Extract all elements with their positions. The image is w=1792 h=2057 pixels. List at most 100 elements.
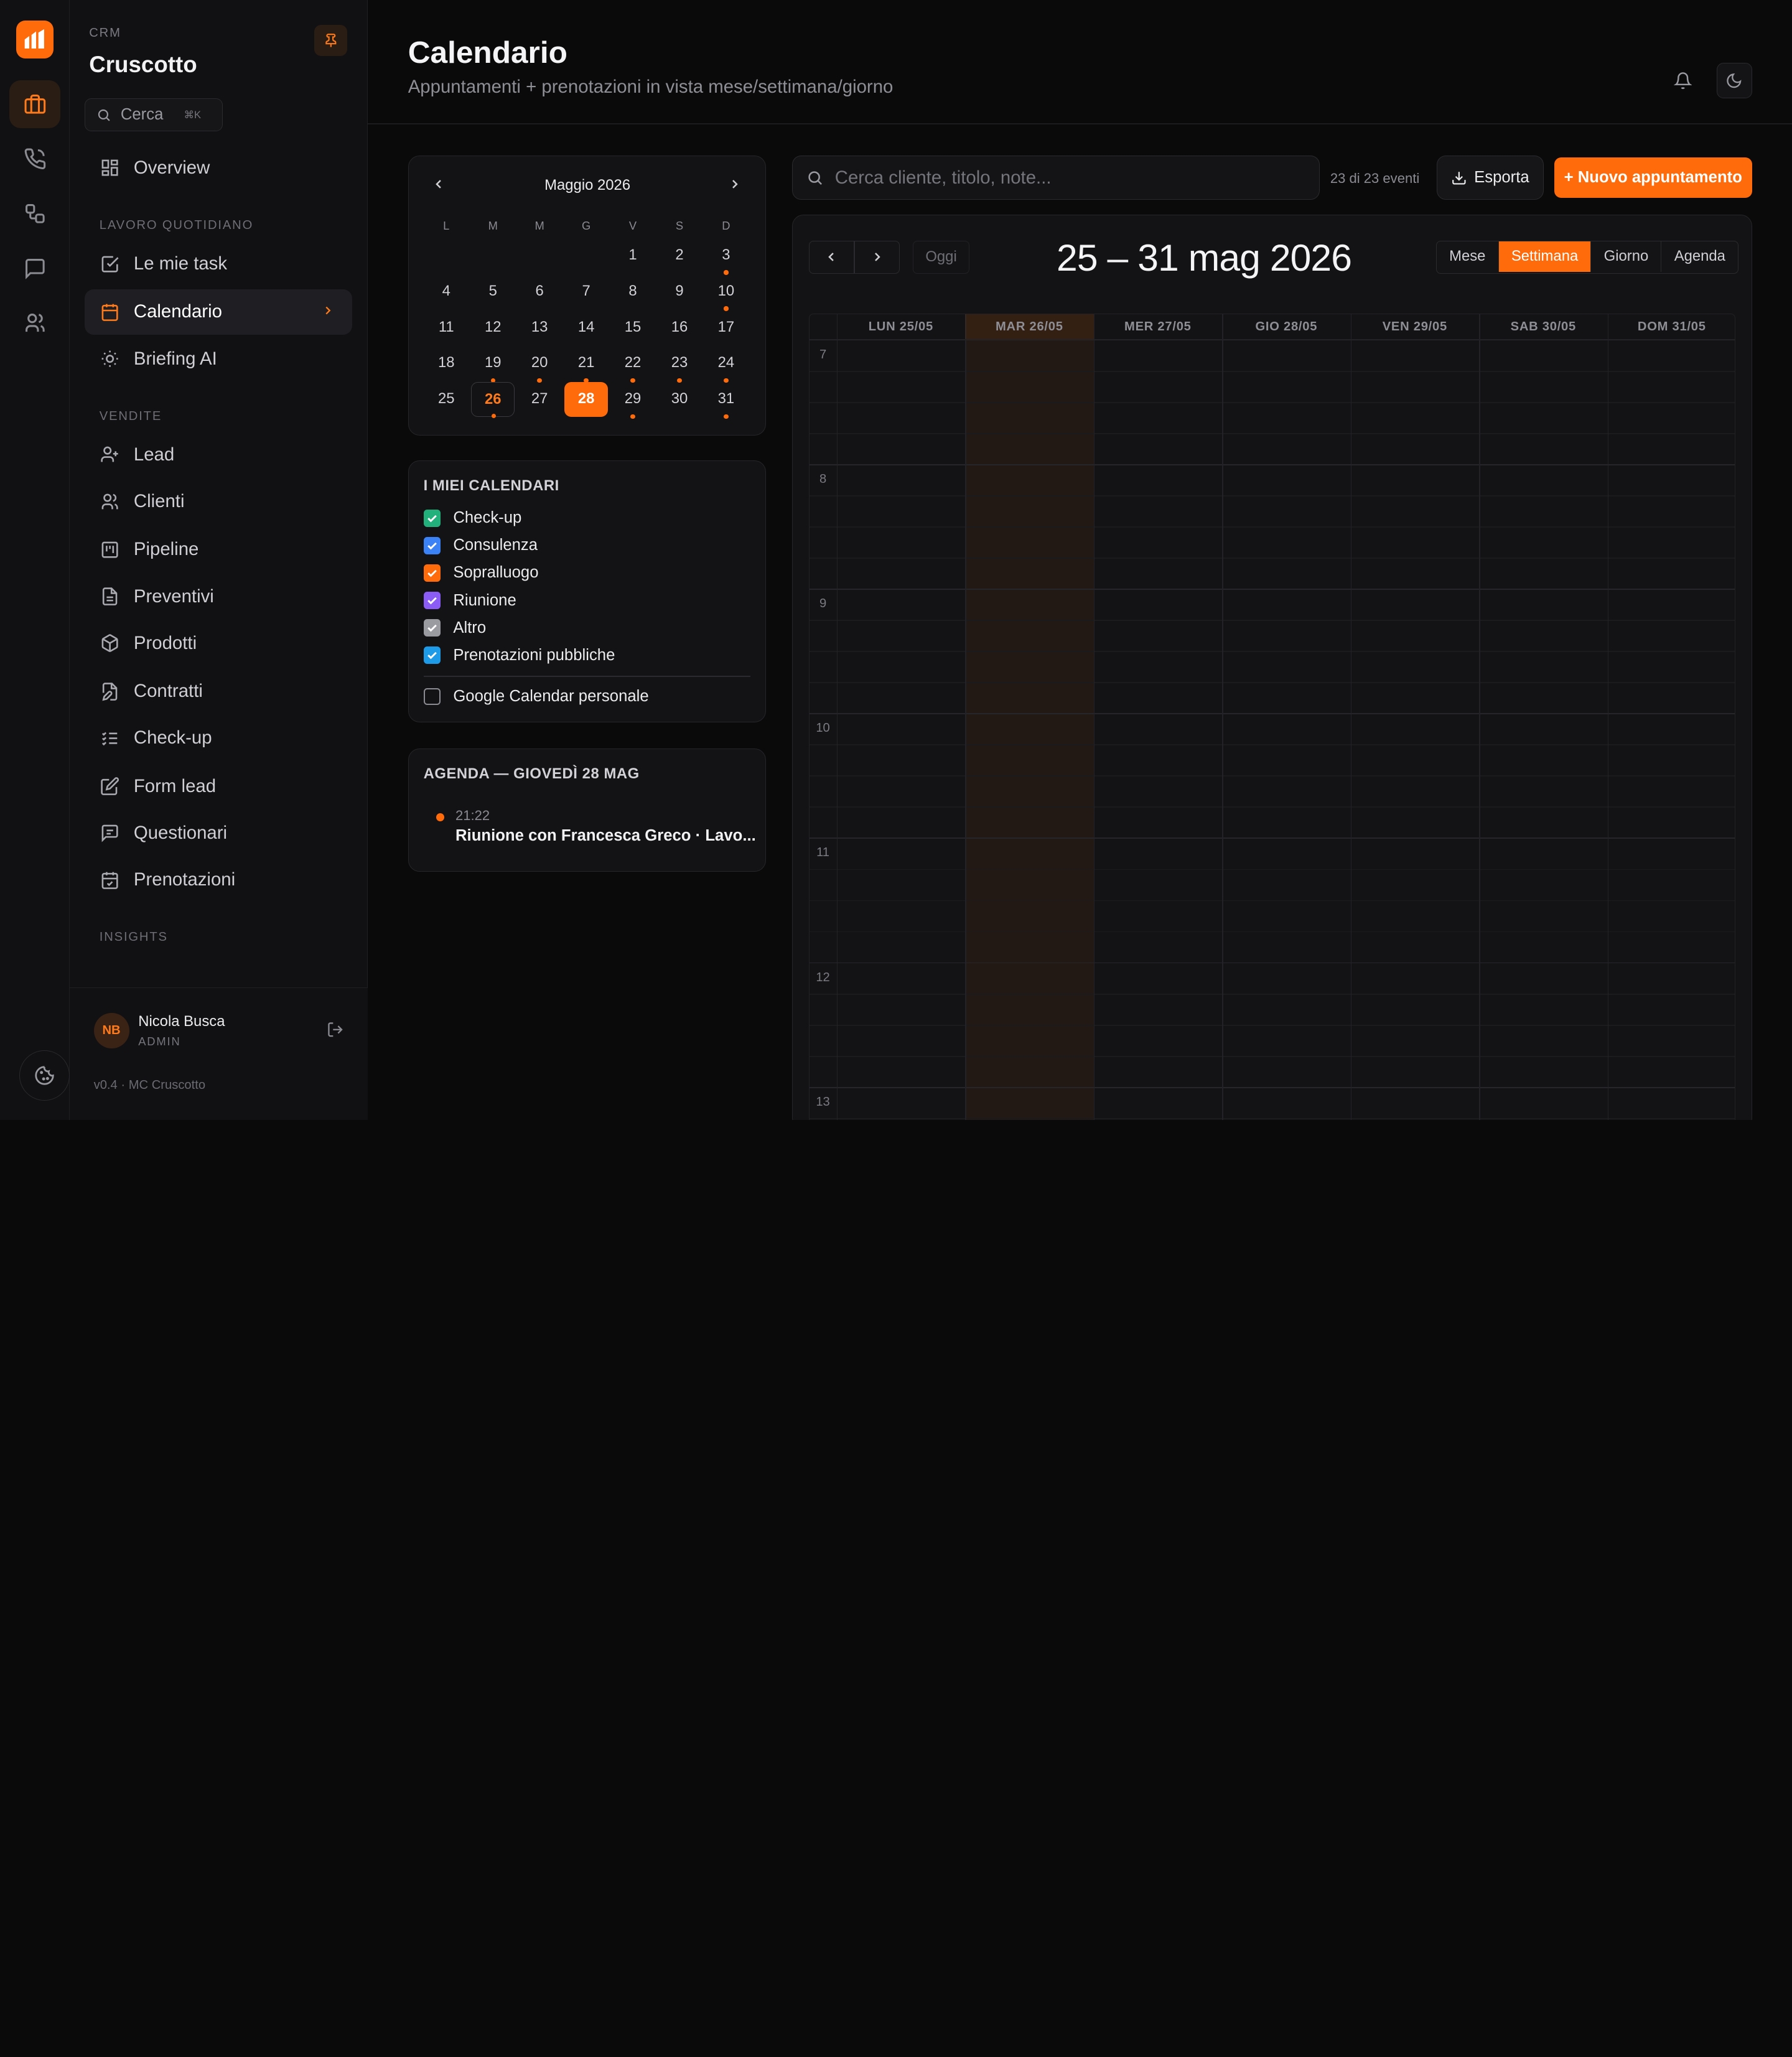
- briefcase-icon[interactable]: [9, 80, 61, 128]
- mini-calendar-day[interactable]: 20: [518, 347, 561, 383]
- checkbox-checked-icon[interactable]: [423, 537, 441, 554]
- sidebar-item-lead[interactable]: Lead: [85, 432, 352, 477]
- sidebar-search[interactable]: Cerca ⌘K: [84, 98, 223, 132]
- pin-icon[interactable]: [314, 25, 348, 56]
- calendar-toggle[interactable]: Sopralluogo: [423, 564, 539, 582]
- day-column-header[interactable]: DOM 31/05: [1607, 314, 1735, 340]
- sidebar-item-briefing[interactable]: Briefing AI: [85, 336, 352, 381]
- sidebar-item-contratti[interactable]: Contratti: [85, 668, 352, 714]
- mini-calendar-day[interactable]: 10: [704, 274, 748, 311]
- cookie-icon[interactable]: [19, 1050, 70, 1101]
- sidebar-item-calendario[interactable]: Calendario: [84, 289, 352, 335]
- mini-calendar-day[interactable]: 16: [658, 310, 701, 345]
- tab-mese[interactable]: Mese: [1437, 241, 1499, 273]
- sidebar-item-pipeline[interactable]: Pipeline: [85, 527, 352, 572]
- sidebar-item-checkup[interactable]: Check-up: [85, 716, 352, 761]
- day-number: 12: [484, 318, 502, 335]
- mini-calendar-day[interactable]: 31: [704, 382, 748, 419]
- mini-calendar-day[interactable]: 19: [471, 347, 515, 383]
- tab-settimana[interactable]: Settimana: [1498, 241, 1592, 273]
- day-column-header[interactable]: GIO 28/05: [1222, 314, 1351, 340]
- sidebar-item-tasks[interactable]: Le mie task: [85, 241, 352, 287]
- calendar-toggle[interactable]: Check-up: [423, 509, 521, 527]
- workflow-icon[interactable]: [9, 190, 61, 238]
- calendar-toggle[interactable]: Prenotazioni pubbliche: [423, 646, 615, 665]
- calendar-toggle[interactable]: Altro: [423, 619, 486, 637]
- mini-calendar-day[interactable]: 4: [424, 274, 468, 309]
- calendar-toggle-google[interactable]: Google Calendar personale: [423, 688, 649, 706]
- mini-calendar-day[interactable]: 26: [471, 382, 515, 419]
- day-column-header[interactable]: MAR 26/05: [965, 314, 1094, 340]
- mini-calendar-day[interactable]: 2: [658, 238, 701, 273]
- calendar-toggle[interactable]: Consulenza: [423, 536, 538, 554]
- tab-giorno[interactable]: Giorno: [1591, 241, 1662, 273]
- mini-calendar-day[interactable]: 6: [518, 274, 561, 309]
- sidebar-item-clienti[interactable]: Clienti: [85, 479, 352, 525]
- mini-calendar-day[interactable]: 18: [424, 347, 468, 381]
- sidebar-item-overview[interactable]: Overview: [85, 145, 352, 190]
- chat-icon[interactable]: [9, 245, 61, 292]
- mini-calendar-day[interactable]: 5: [471, 274, 515, 309]
- mini-calendar-day[interactable]: 23: [658, 347, 701, 383]
- day-number: 22: [624, 354, 642, 371]
- sidebar-item-form-lead[interactable]: Form lead: [85, 763, 352, 809]
- event-search[interactable]: [791, 155, 1320, 200]
- mini-calendar-day[interactable]: 11: [424, 310, 468, 345]
- bell-icon[interactable]: [1665, 63, 1701, 98]
- sidebar-item-questionari[interactable]: Questionari: [85, 810, 352, 856]
- chevron-left-icon[interactable]: [431, 175, 446, 197]
- chevron-right-icon[interactable]: [727, 175, 742, 197]
- mini-calendar-day[interactable]: 17: [704, 310, 748, 345]
- checkbox-checked-icon[interactable]: [423, 646, 441, 664]
- export-button[interactable]: Esporta: [1436, 155, 1544, 200]
- mini-calendar-day[interactable]: 15: [611, 310, 655, 345]
- mini-calendar-day[interactable]: 12: [471, 310, 515, 345]
- grid-line: [809, 869, 1735, 870]
- day-column-header[interactable]: VEN 29/05: [1350, 314, 1480, 340]
- app-title: Cruscotto: [89, 51, 197, 77]
- day-column-header[interactable]: MER 27/05: [1093, 314, 1223, 340]
- team-icon[interactable]: [9, 299, 61, 347]
- mini-calendar-day[interactable]: 22: [611, 347, 655, 383]
- mini-calendar-day[interactable]: 3: [704, 238, 748, 275]
- phone-icon[interactable]: [9, 135, 61, 183]
- mini-calendar-day[interactable]: 28: [564, 382, 608, 417]
- sidebar-item-prodotti[interactable]: Prodotti: [85, 620, 352, 666]
- day-number: 18: [438, 354, 455, 371]
- checkbox-unchecked-icon[interactable]: [423, 688, 441, 706]
- sidebar-item-preventivi[interactable]: Preventivi: [85, 574, 352, 619]
- mini-calendar-day[interactable]: 13: [518, 310, 561, 345]
- sidebar-item-label: Prodotti: [133, 633, 197, 654]
- mini-calendar-day[interactable]: 21: [564, 347, 608, 383]
- mini-calendar-day[interactable]: 8: [611, 274, 655, 309]
- logout-icon[interactable]: [327, 1021, 344, 1043]
- checkbox-checked-icon[interactable]: [423, 564, 441, 582]
- tab-agenda[interactable]: Agenda: [1661, 241, 1738, 273]
- mini-calendar-day[interactable]: 7: [564, 274, 608, 309]
- agenda-event-title[interactable]: Riunione con Francesca Greco · Lavo...: [455, 827, 756, 845]
- mini-calendar-day[interactable]: 30: [658, 382, 701, 416]
- mini-calendar-day[interactable]: 24: [704, 347, 748, 383]
- day-number: 27: [531, 390, 548, 408]
- checkbox-checked-icon[interactable]: [423, 619, 441, 637]
- moon-icon[interactable]: [1716, 63, 1752, 98]
- week-grid[interactable]: 7 8 9 10 11 12 13 LUN 25/05 MAR 26/05 MER 27/05 GI…: [808, 314, 1736, 1120]
- day-column-header[interactable]: LUN 25/05: [836, 314, 966, 340]
- users-icon: [100, 492, 120, 512]
- mini-calendar-day[interactable]: 27: [518, 382, 561, 416]
- checkbox-checked-icon[interactable]: [423, 510, 441, 527]
- mini-calendar-day[interactable]: 1: [611, 238, 655, 273]
- mini-calendar-day[interactable]: 29: [611, 382, 655, 419]
- calendar-toggle[interactable]: Riunione: [423, 592, 516, 610]
- sidebar-item-prenotazioni[interactable]: Prenotazioni: [85, 857, 352, 903]
- sidebar-item-label: Preventivi: [133, 585, 214, 607]
- avatar[interactable]: NB: [93, 1013, 129, 1049]
- mini-calendar-day[interactable]: 25: [424, 382, 468, 416]
- app-logo[interactable]: [16, 21, 54, 58]
- mini-calendar-day[interactable]: 9: [658, 274, 701, 309]
- new-appointment-button[interactable]: + Nuovo appuntamento: [1554, 157, 1752, 198]
- day-column-header[interactable]: SAB 30/05: [1479, 314, 1608, 340]
- event-search-input[interactable]: [834, 167, 1292, 189]
- mini-calendar-day[interactable]: 14: [564, 310, 608, 345]
- checkbox-checked-icon[interactable]: [423, 592, 441, 609]
